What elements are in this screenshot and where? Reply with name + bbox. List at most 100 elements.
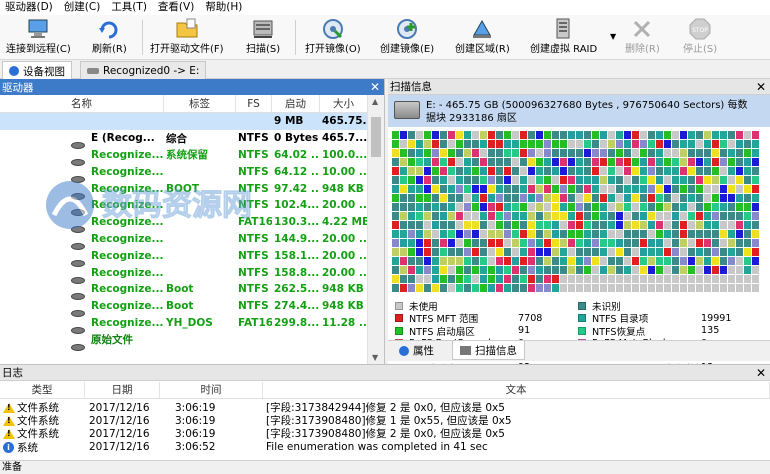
scan-block (608, 257, 615, 265)
stop-button[interactable]: STOP 停止(S) (683, 17, 717, 58)
menu-tools[interactable]: 工具(T) (106, 0, 153, 15)
menu-view[interactable]: 查看(V) (153, 0, 200, 15)
create-region-button[interactable]: 创建区域(R) (455, 17, 510, 58)
scan-block (608, 140, 615, 148)
drive-row[interactable]: 原始文件 (0, 331, 368, 351)
column-name[interactable]: 名称 (0, 95, 164, 112)
scan-block (400, 212, 407, 220)
scan-block (744, 230, 751, 238)
close-icon[interactable]: ✕ (756, 367, 766, 379)
tab-scan-info[interactable]: 扫描信息 (452, 341, 525, 360)
scan-block (704, 158, 711, 166)
scan-block (712, 284, 719, 292)
create-raid-button[interactable]: 创建虚拟 RAID (530, 17, 597, 58)
menu-drive[interactable]: 驱动器(D) (0, 0, 59, 15)
scan-block (640, 230, 647, 238)
scan-block (688, 239, 695, 247)
log-type: 系统 (17, 441, 38, 454)
scan-block (728, 203, 735, 211)
drive-fs: FAT16 (238, 316, 272, 329)
menu-help[interactable]: 帮助(H) (200, 0, 248, 15)
column-date[interactable]: 日期 (85, 382, 160, 398)
scan-block (560, 140, 567, 148)
log-row[interactable]: 文件系统2017/12/163:06:19[字段:3173908480]修复 2… (0, 427, 770, 440)
drive-row[interactable]: 9 MB 465.75... (0, 113, 368, 130)
scan-block (704, 176, 711, 184)
delete-button[interactable]: 删除(R) (625, 17, 660, 58)
scan-block (432, 140, 439, 148)
column-fs[interactable]: FS (236, 95, 272, 112)
scan-block (752, 275, 759, 283)
log-row[interactable]: 文件系统2017/12/163:06:19[字段:3173908480]修复 1… (0, 414, 770, 427)
scan-block (560, 230, 567, 238)
scan-block (696, 266, 703, 274)
scan-block (712, 194, 719, 202)
scan-button[interactable]: 扫描(S) (246, 17, 280, 58)
raid-dropdown-arrow-icon[interactable]: ▼ (610, 32, 616, 41)
scan-block (744, 203, 751, 211)
drive-row[interactable]: Recognize... NTFS 64.12 ... 10.00 ... (0, 163, 368, 183)
scan-block (640, 266, 647, 274)
scrollbar-thumb[interactable] (371, 117, 381, 157)
drive-icon (71, 259, 85, 267)
scan-block (488, 194, 495, 202)
column-text[interactable]: 文本 (263, 382, 770, 398)
refresh-icon (97, 17, 121, 41)
drive-row[interactable]: Recognize... NTFS 102.4... 20.00 ... (0, 197, 368, 217)
scan-block (464, 185, 471, 193)
log-row[interactable]: i 系统 2017/12/16 3:06:52 File enumeration was… (0, 441, 770, 454)
drive-row[interactable]: E (Recog... 综合 NTFS 0 Bytes 465.7... (0, 130, 368, 150)
scan-block (680, 212, 687, 220)
tab-recognized0[interactable]: Recognized0 -> E: (80, 61, 207, 79)
scan-block (456, 239, 463, 247)
scan-block (568, 131, 575, 139)
scan-block (544, 275, 551, 283)
scan-block (648, 212, 655, 220)
scroll-down-icon[interactable]: ▼ (372, 353, 378, 362)
scan-block (680, 257, 687, 265)
scan-block (464, 221, 471, 229)
menu-create[interactable]: 创建(C) (59, 0, 107, 15)
scan-block (488, 248, 495, 256)
drive-fs: NTFS (238, 249, 269, 262)
drive-row[interactable]: Recognize... Boot NTFS 274.4... 948 KB (0, 298, 368, 318)
open-image-button[interactable]: 打开镜像(O) (305, 17, 361, 58)
scan-block (672, 248, 679, 256)
scan-block (752, 284, 759, 292)
create-image-button[interactable]: 创建镜像(E) (380, 17, 434, 58)
close-icon[interactable]: ✕ (370, 81, 380, 93)
scan-block (576, 257, 583, 265)
tab-properties[interactable]: 属性 (392, 341, 441, 360)
drive-row[interactable]: Recognize... NTFS 144.9... 20.00 ... (0, 231, 368, 250)
scroll-up-icon[interactable]: ▲ (372, 97, 378, 106)
scan-block (696, 176, 703, 184)
drive-row[interactable]: Recognize... NTFS 158.1... 20.00 ... (0, 247, 368, 267)
drives-scrollbar[interactable]: ▲ ▼ (367, 95, 384, 364)
scan-block (520, 203, 527, 211)
log-row[interactable]: 文件系统2017/12/163:06:19[字段:3173842944]修复 2… (0, 401, 770, 414)
scan-block (440, 221, 447, 229)
open-drive-file-button[interactable]: 打开驱动文件(F) (150, 17, 224, 58)
scan-block (464, 149, 471, 157)
column-start[interactable]: 启动 (272, 95, 320, 112)
scan-block (728, 239, 735, 247)
column-time[interactable]: 时间 (160, 382, 263, 398)
drive-row[interactable]: Recognize... BOOT NTFS 97.42 ... 948 KB (0, 180, 368, 200)
column-size[interactable]: 大小 (320, 95, 368, 112)
close-icon[interactable]: ✕ (756, 81, 766, 93)
scan-block (720, 230, 727, 238)
scan-block (432, 149, 439, 157)
drive-row[interactable]: Recognize... Boot NTFS 262.5... 948 KB (0, 281, 368, 301)
drive-row[interactable]: Recognize... FAT16 130.3... 4.22 MB (0, 214, 368, 234)
scan-block (576, 212, 583, 220)
scan-block (568, 140, 575, 148)
drive-row[interactable]: Recognize... NTFS 158.8... 20.00 ... (0, 264, 368, 284)
drive-row[interactable]: Recognize... YH_DOS FAT16 299.8... 11.28 ... (0, 315, 368, 334)
connect-remote-button[interactable]: 连接到远程(C) (6, 17, 71, 58)
column-type[interactable]: 类型 (0, 382, 85, 398)
column-label[interactable]: 标签 (164, 95, 236, 112)
tab-device-view[interactable]: 设备视图 (2, 61, 72, 80)
drive-row[interactable]: Recognize... 系统保留 NTFS 64.02 ... 100.0... (0, 147, 368, 166)
scan-block (632, 194, 639, 202)
refresh-button[interactable]: 刷新(R) (92, 17, 127, 58)
